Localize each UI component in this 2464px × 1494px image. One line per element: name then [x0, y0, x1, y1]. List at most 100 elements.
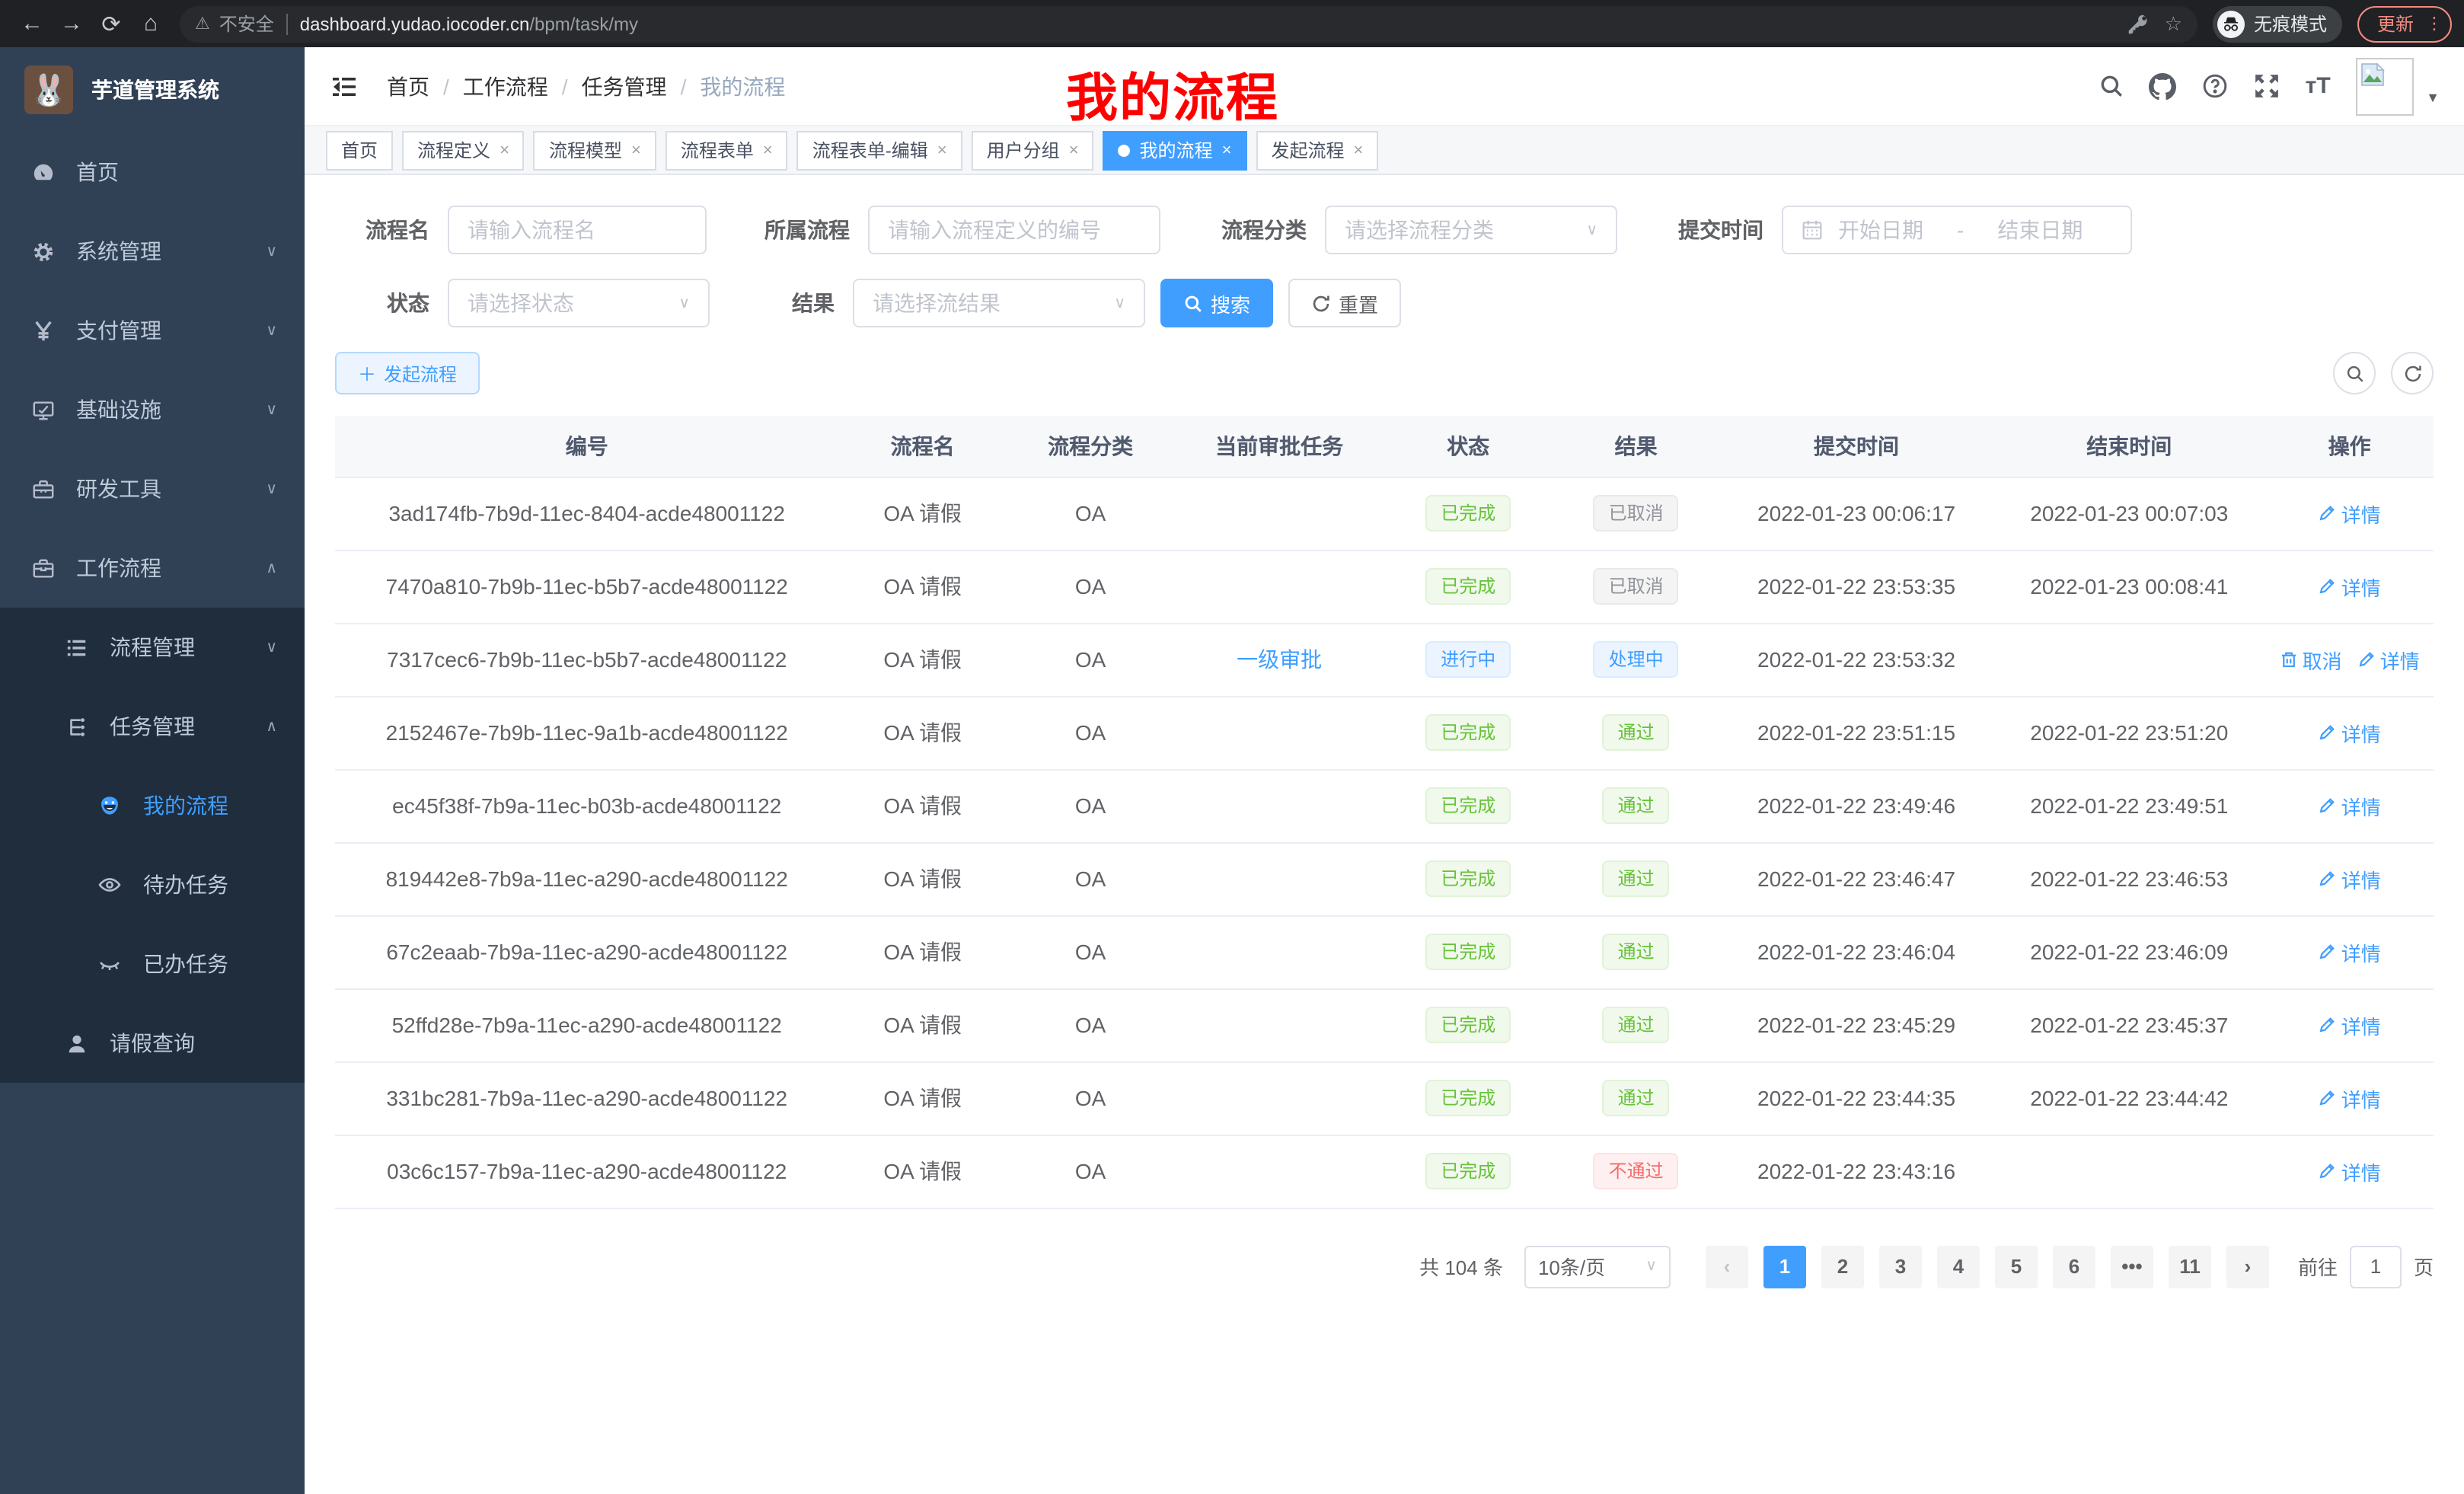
edit-icon — [2319, 1016, 2337, 1034]
address-bar[interactable]: ⚠ 不安全 dashboard.yudao.iocoder.cn/bpm/tas… — [180, 5, 2197, 42]
page-size-select[interactable]: 10条/页 ∨ — [1524, 1245, 1671, 1288]
cell-task — [1174, 477, 1384, 550]
tab-7[interactable]: 发起流程× — [1256, 130, 1378, 170]
tab-1[interactable]: 流程定义× — [402, 130, 525, 170]
category-select[interactable]: 请选择流程分类∨ — [1325, 206, 1617, 254]
submit-time-range[interactable]: 开始日期 - 结束日期 — [1782, 206, 2132, 254]
sidebar-item-1[interactable]: 系统管理∨ — [0, 212, 305, 291]
sidebar-item-11[interactable]: 请假查询 — [0, 1004, 305, 1083]
incognito-badge: 无痕模式 — [2213, 5, 2342, 42]
page-button-5[interactable]: 5 — [1995, 1245, 2038, 1288]
sidebar-item-2[interactable]: 支付管理∨ — [0, 291, 305, 370]
process-name-input[interactable]: 请输入流程名 — [448, 206, 707, 254]
create-process-button[interactable]: ＋ 发起流程 — [335, 352, 480, 394]
cell-actions: 详情 — [2265, 1135, 2434, 1208]
tab-0[interactable]: 首页 — [326, 130, 393, 170]
fullscreen-icon[interactable] — [2246, 66, 2286, 106]
breadcrumb-home[interactable]: 首页 — [387, 71, 429, 101]
detail-link[interactable]: 详情 — [2319, 1010, 2381, 1039]
detail-link[interactable]: 详情 — [2319, 1084, 2381, 1113]
help-icon[interactable] — [2194, 66, 2234, 106]
app-logo-row[interactable]: 🐰 芋道管理系统 — [0, 47, 305, 132]
avatar[interactable] — [2356, 57, 2414, 115]
detail-link[interactable]: 详情 — [2319, 718, 2381, 747]
cell-result: 通过 — [1552, 842, 1719, 915]
cell-category: OA — [1007, 915, 1174, 988]
breadcrumb-task[interactable]: 任务管理 — [582, 71, 667, 101]
sidebar-item-6[interactable]: 流程管理∨ — [0, 608, 305, 687]
not-secure-icon[interactable]: ⚠ — [195, 14, 210, 34]
font-size-icon[interactable]: ᴛT — [2298, 66, 2338, 106]
prev-page-button[interactable]: ‹ — [1706, 1245, 1748, 1288]
detail-link[interactable]: 详情 — [2319, 1157, 2381, 1186]
page-button-2[interactable]: 2 — [1821, 1245, 1864, 1288]
cell-id: 7470a810-7b9b-11ec-b5b7-acde48001122 — [335, 550, 838, 623]
close-icon[interactable]: × — [500, 141, 509, 159]
reset-button[interactable]: 重置 — [1288, 279, 1401, 327]
page-button-1[interactable]: 1 — [1763, 1245, 1806, 1288]
goto-page-input[interactable]: 1 — [2350, 1245, 2402, 1288]
eye-icon — [97, 873, 122, 897]
back-icon[interactable]: ← — [12, 4, 52, 43]
key-icon[interactable] — [2128, 13, 2150, 34]
page-button-11[interactable]: 11 — [2169, 1245, 2211, 1288]
close-icon[interactable]: × — [631, 141, 641, 159]
refresh-table-button[interactable] — [2391, 352, 2434, 394]
page-ellipsis[interactable]: ••• — [2111, 1245, 2153, 1288]
detail-link[interactable]: 详情 — [2357, 645, 2420, 674]
close-icon[interactable]: × — [763, 141, 773, 159]
process-def-input[interactable]: 请输入流程定义的编号 — [868, 206, 1160, 254]
sidebar-item-8[interactable]: 我的流程 — [0, 766, 305, 845]
cell-submit-time: 2022-01-22 23:45:29 — [1720, 988, 1993, 1061]
breadcrumb-workflow[interactable]: 工作流程 — [463, 71, 548, 101]
sidebar-item-0[interactable]: 首页 — [0, 132, 305, 212]
search-icon[interactable] — [2091, 66, 2130, 106]
detail-link[interactable]: 详情 — [2319, 499, 2381, 528]
edit-icon — [2319, 870, 2337, 888]
cancel-link[interactable]: 取消 — [2280, 645, 2342, 674]
browser-menu-icon[interactable]: ⋮ — [2426, 16, 2441, 31]
tab-label: 流程模型 — [549, 137, 622, 163]
detail-link[interactable]: 详情 — [2319, 864, 2381, 893]
close-icon[interactable]: × — [937, 141, 947, 159]
status-select[interactable]: 请选择状态∨ — [448, 279, 710, 327]
update-button[interactable]: 更新 ⋮ — [2357, 5, 2452, 42]
sidebar-item-7[interactable]: 任务管理∧ — [0, 687, 305, 766]
detail-link[interactable]: 详情 — [2319, 937, 2381, 966]
sidebar-item-10[interactable]: 已办任务 — [0, 924, 305, 1004]
result-select[interactable]: 请选择流结果∨ — [853, 279, 1145, 327]
task-link[interactable]: 一级审批 — [1237, 644, 1322, 675]
sidebar-item-4[interactable]: 研发工具∨ — [0, 449, 305, 528]
page-button-4[interactable]: 4 — [1937, 1245, 1980, 1288]
sidebar-item-label: 请假查询 — [110, 1028, 195, 1058]
tab-2[interactable]: 流程模型 × — [534, 130, 656, 170]
page-button-3[interactable]: 3 — [1879, 1245, 1922, 1288]
page-button-6[interactable]: 6 — [2053, 1245, 2095, 1288]
sidebar-item-3[interactable]: 基础设施∨ — [0, 370, 305, 449]
cell-result: 已取消 — [1552, 550, 1719, 623]
close-icon[interactable]: × — [1353, 141, 1363, 159]
hamburger-icon[interactable] — [329, 69, 362, 103]
toggle-search-button[interactable] — [2333, 352, 2376, 394]
detail-link[interactable]: 详情 — [2319, 791, 2381, 820]
result-badge: 通过 — [1603, 934, 1670, 970]
tab-4[interactable]: 流程表单-编辑× — [797, 130, 962, 170]
reload-icon[interactable]: ⟳ — [91, 4, 131, 43]
tab-3[interactable]: 流程表单× — [665, 130, 788, 170]
tab-5[interactable]: 用户分组× — [972, 130, 1094, 170]
cell-submit-time: 2022-01-22 23:43:16 — [1720, 1135, 1993, 1208]
detail-link[interactable]: 详情 — [2319, 572, 2381, 601]
cell-status: 进行中 — [1384, 623, 1552, 696]
avatar-caret-icon[interactable]: ▼ — [2426, 89, 2440, 104]
sidebar-item-9[interactable]: 待办任务 — [0, 845, 305, 924]
home-icon[interactable]: ⌂ — [131, 4, 171, 43]
sidebar-item-5[interactable]: 工作流程∧ — [0, 528, 305, 608]
next-page-button[interactable]: › — [2226, 1245, 2269, 1288]
search-button[interactable]: 搜索 — [1160, 279, 1273, 327]
close-icon[interactable]: × — [1069, 141, 1079, 159]
forward-icon[interactable]: → — [52, 4, 91, 43]
github-icon[interactable] — [2143, 66, 2182, 106]
tab-6[interactable]: 我的流程× — [1103, 130, 1247, 170]
bookmark-star-icon[interactable]: ☆ — [2165, 11, 2182, 36]
close-icon[interactable]: × — [1222, 141, 1232, 159]
